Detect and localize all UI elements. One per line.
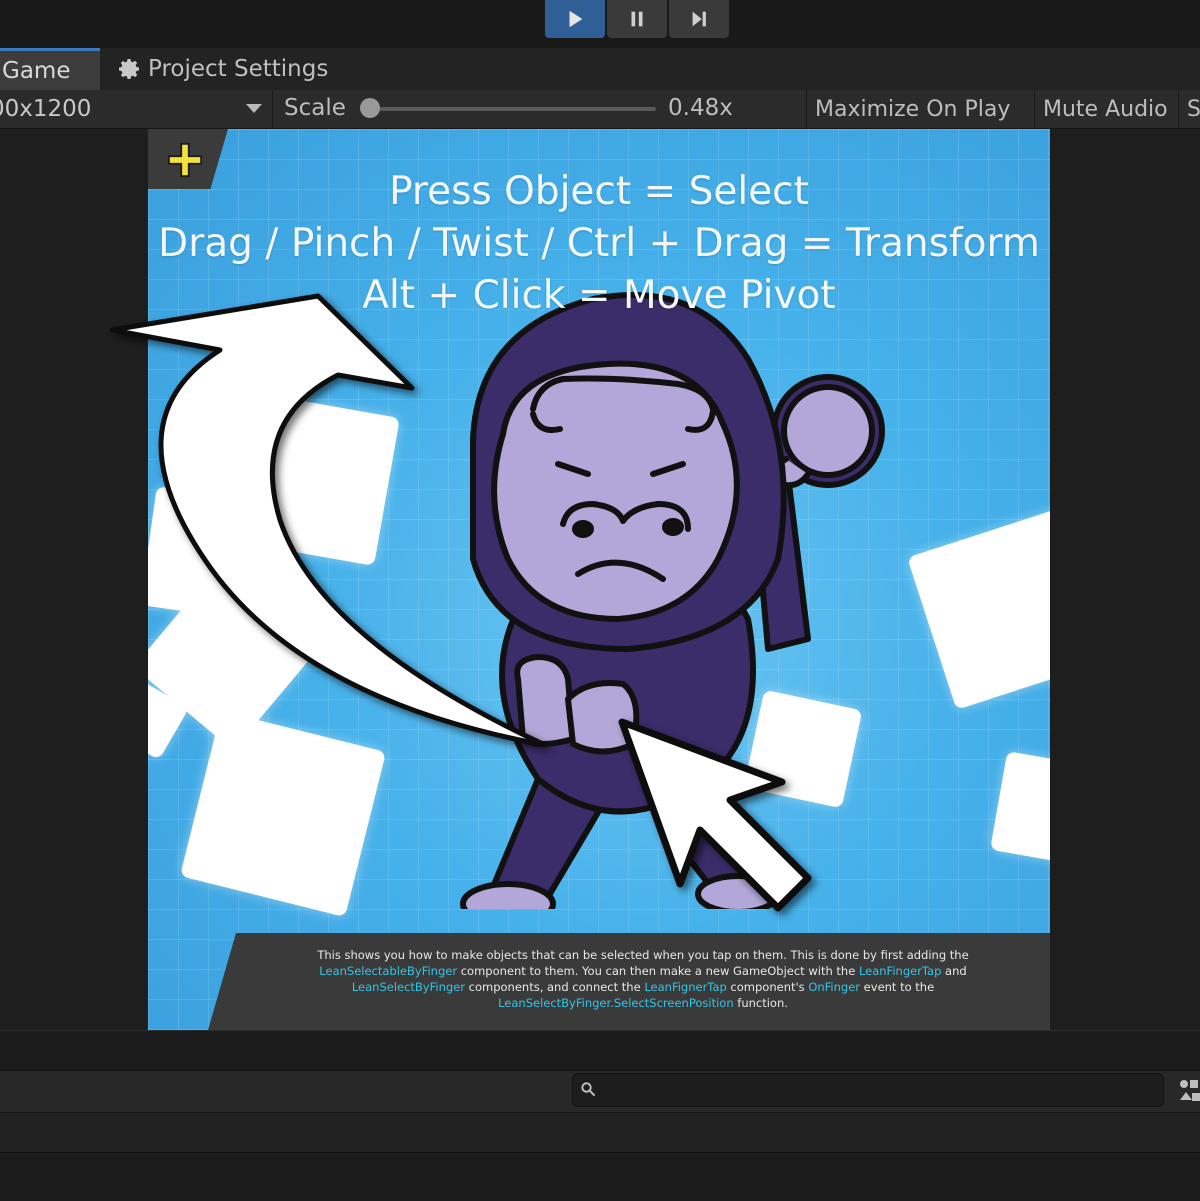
description-part: event to the — [860, 980, 935, 994]
play-icon — [569, 10, 583, 28]
filter-by-type-icon[interactable] — [1178, 1076, 1200, 1106]
stats-toggle[interactable]: S — [1178, 90, 1200, 128]
scale-slider-thumb[interactable] — [360, 98, 380, 118]
panel-divider — [0, 1030, 1200, 1071]
description-part: function. — [733, 996, 788, 1010]
description-part: component's — [726, 980, 809, 994]
pause-icon — [631, 11, 643, 27]
tab-project-settings[interactable]: Project Settings — [104, 48, 342, 90]
component-name: LeanFignerTap — [644, 980, 727, 994]
scale-slider[interactable] — [366, 107, 656, 111]
hint-transform: Drag / Pinch / Twist / Ctrl + Drag = Tra… — [158, 221, 1040, 266]
tab-project-settings-label: Project Settings — [148, 56, 329, 82]
description-text: This shows you how to make objects that … — [288, 947, 998, 1011]
component-name: LeanSelectableByFinger — [319, 964, 458, 978]
chevron-down-icon — [246, 104, 262, 113]
tab-game-label: Game — [2, 57, 71, 84]
resolution-dropdown[interactable]: 00x1200 — [0, 90, 273, 128]
mute-audio-toggle[interactable]: Mute Audio — [1034, 90, 1176, 128]
event-name: OnFinger — [808, 980, 861, 994]
maximize-on-play-toggle[interactable]: Maximize On Play — [806, 90, 1018, 128]
tab-game[interactable]: Game — [0, 48, 100, 90]
step-button[interactable] — [669, 0, 729, 38]
editor-tab-strip: Game Project Settings — [0, 48, 1200, 91]
gear-icon — [119, 59, 139, 79]
mute-audio-label: Mute Audio — [1043, 96, 1168, 122]
description-part: This shows you how to make objects that … — [317, 948, 969, 962]
description-part: components, and connect the — [464, 980, 645, 994]
hint-select: Press Object = Select — [389, 169, 809, 214]
stats-label: S — [1187, 96, 1200, 122]
gorilla-character[interactable] — [388, 259, 888, 909]
hint-move-pivot: Alt + Click = Move Pivot — [362, 273, 836, 318]
search-input[interactable] — [572, 1073, 1164, 1107]
pause-button[interactable] — [607, 0, 667, 38]
maximize-on-play-label: Maximize On Play — [815, 96, 1011, 122]
resolution-value: 00x1200 — [0, 96, 92, 122]
function-name: LeanSelectByFinger.SelectScreenPosition — [498, 996, 734, 1010]
project-panel — [0, 1112, 1200, 1153]
description-part: and — [941, 964, 967, 978]
project-panel-content — [0, 1152, 1200, 1201]
scale-value: 0.48x — [668, 95, 733, 121]
step-icon — [692, 11, 706, 27]
search-icon — [581, 1082, 595, 1096]
play-button[interactable] — [545, 0, 605, 38]
component-name: LeanSelectByFinger — [351, 980, 465, 994]
play-toolbar — [0, 0, 1200, 48]
scale-label: Scale — [284, 95, 346, 121]
component-name: LeanFingerTap — [858, 964, 942, 978]
game-view[interactable]: Press Object = Select Drag / Pinch / Twi… — [148, 129, 1050, 1030]
game-view-toolbar: 00x1200 Scale 0.48x Maximize On Play Mut… — [0, 90, 1200, 129]
description-part: component to them. You can then make a n… — [457, 964, 859, 978]
